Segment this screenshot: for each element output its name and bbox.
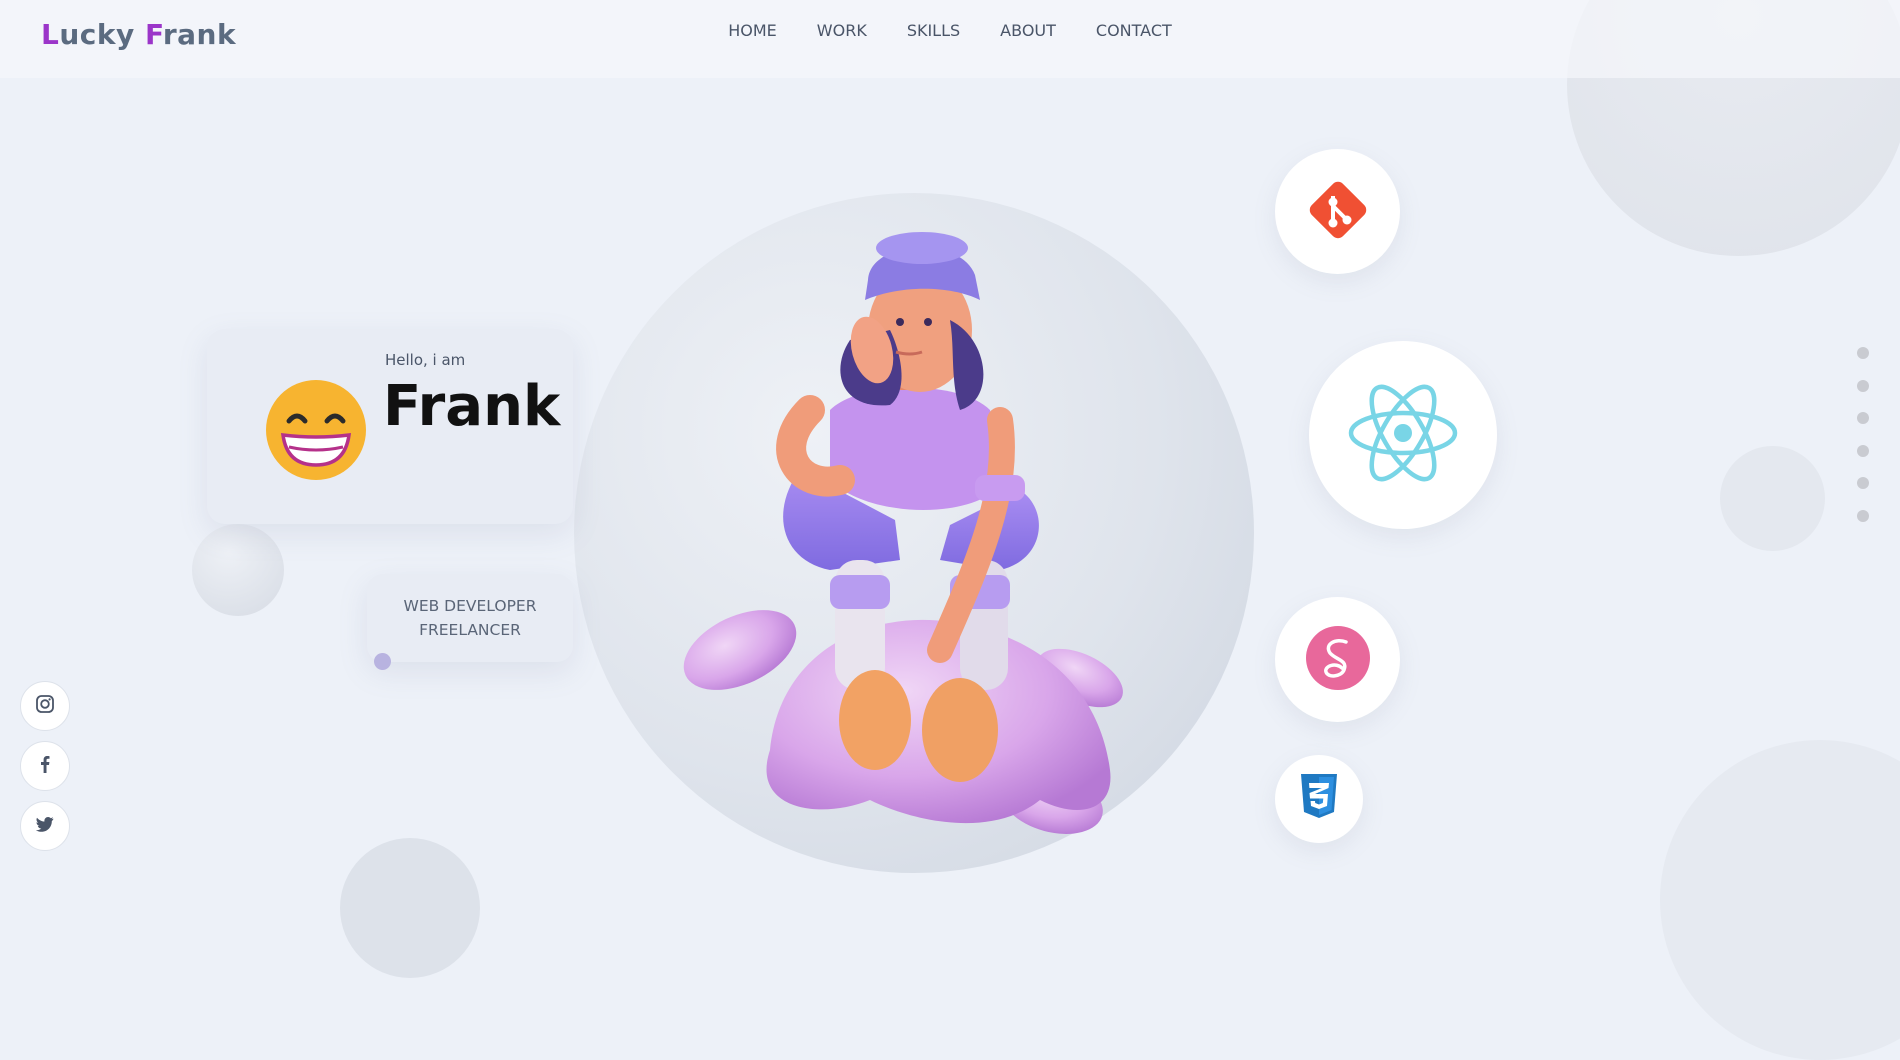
section-dot-5[interactable]: [1857, 477, 1869, 489]
top-header: Lucky Frank HOME WORK SKILLS ABOUT CONTA…: [0, 0, 1900, 78]
nav-about[interactable]: ABOUT: [1000, 21, 1056, 40]
intro-card: Hello, i am Frank: [207, 329, 573, 524]
nav-work[interactable]: WORK: [817, 21, 867, 40]
facebook-button[interactable]: [20, 741, 70, 791]
instagram-button[interactable]: [20, 681, 70, 731]
facebook-icon: [35, 754, 55, 778]
role-card-accent-dot: [374, 653, 391, 670]
nav-contact[interactable]: CONTACT: [1096, 21, 1172, 40]
section-dot-2[interactable]: [1857, 379, 1869, 392]
section-dot-4[interactable]: [1857, 444, 1869, 457]
git-badge: [1275, 149, 1400, 274]
sass-icon: [1305, 625, 1370, 694]
bg-circle-bottom-right: [1660, 740, 1900, 1060]
twitter-button[interactable]: [20, 801, 70, 851]
twitter-icon: [35, 814, 55, 838]
instagram-icon: [35, 694, 55, 718]
role-card: WEB DEVELOPER FREELANCER: [367, 574, 573, 662]
section-pagination: [1857, 347, 1869, 542]
git-icon: [1307, 179, 1369, 245]
role-freelancer: FREELANCER: [419, 621, 521, 639]
sass-badge: [1275, 597, 1400, 722]
section-dot-6[interactable]: [1857, 509, 1869, 522]
css3-badge: [1275, 755, 1363, 843]
grinning-face-emoji-icon: [265, 379, 367, 485]
nav-home[interactable]: HOME: [728, 21, 777, 40]
main-nav: HOME WORK SKILLS ABOUT CONTACT: [0, 21, 1900, 40]
name-heading: Frank: [383, 374, 561, 439]
react-icon: [1347, 382, 1459, 488]
role-web-developer: WEB DEVELOPER: [403, 597, 537, 615]
react-badge: [1309, 341, 1497, 529]
hero-character-illustration: [683, 232, 1123, 834]
bg-circle-left: [192, 524, 284, 616]
nav-skills[interactable]: SKILLS: [907, 21, 960, 40]
section-dot-1[interactable]: [1857, 347, 1869, 359]
bg-circle-small-right: [1720, 446, 1825, 551]
greeting-text: Hello, i am: [385, 351, 466, 369]
css3-icon: [1299, 774, 1339, 824]
section-dot-3[interactable]: [1857, 412, 1869, 424]
bg-circle-bottom-left: [340, 838, 480, 978]
